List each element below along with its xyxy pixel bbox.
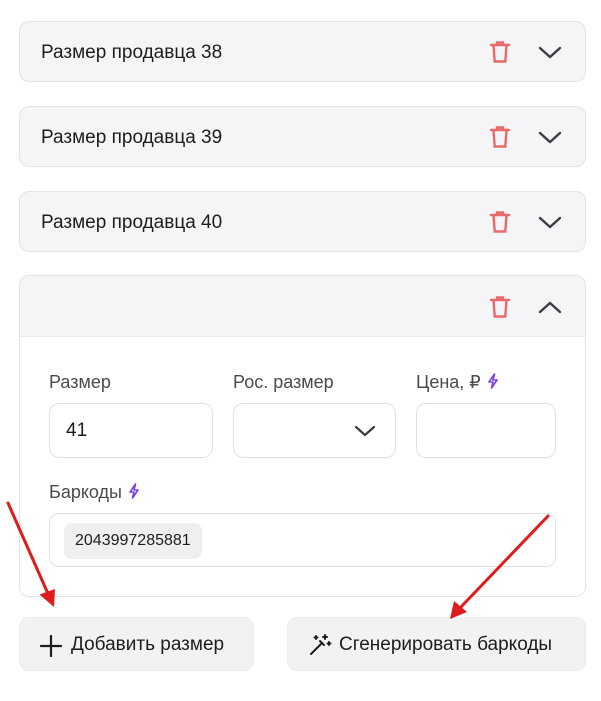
- size-label: Размер: [49, 372, 111, 392]
- size-row-39[interactable]: Размер продавца 39: [19, 106, 586, 167]
- ros-size-label: Рос. размер: [233, 372, 334, 392]
- add-size-button[interactable]: Добавить размер: [19, 617, 254, 671]
- size-input[interactable]: 41: [49, 403, 213, 458]
- generate-barcodes-label: Сгенерировать баркоды: [339, 634, 553, 655]
- plus-icon: [39, 634, 63, 662]
- trash-icon[interactable]: [489, 210, 511, 234]
- price-label: Цена, ₽: [416, 371, 499, 394]
- size-row-title: Размер продавца 39: [41, 127, 223, 148]
- chevron-down-icon[interactable]: [537, 41, 563, 63]
- magic-wand-icon: [308, 633, 332, 662]
- bolt-icon: [487, 372, 499, 394]
- size-row-40[interactable]: Размер продавца 40: [19, 191, 586, 252]
- trash-icon[interactable]: [489, 125, 511, 149]
- size-row-header[interactable]: Размер продавца 39: [20, 107, 585, 167]
- trash-icon[interactable]: [489, 40, 511, 64]
- size-row-header[interactable]: [20, 276, 585, 337]
- size-row-38[interactable]: Размер продавца 38: [19, 21, 586, 82]
- size-row-expanded: Размер 41 Рос. размер Цена, ₽ Баркоды 20…: [19, 275, 586, 597]
- size-row-title: Размер продавца 38: [41, 42, 223, 63]
- price-input[interactable]: [416, 403, 556, 458]
- size-row-title: Размер продавца 40: [41, 212, 223, 233]
- barcode-chip[interactable]: 2043997285881: [64, 523, 202, 559]
- barcodes-label: Баркоды: [49, 481, 140, 504]
- barcodes-label-text: Баркоды: [49, 482, 122, 502]
- size-row-header[interactable]: Размер продавца 38: [20, 22, 585, 82]
- chevron-down-icon: [353, 422, 377, 445]
- chevron-down-icon[interactable]: [537, 211, 563, 233]
- bolt-icon: [128, 482, 140, 504]
- size-value: 41: [66, 420, 88, 441]
- trash-icon[interactable]: [489, 295, 511, 319]
- chevron-down-icon[interactable]: [537, 126, 563, 148]
- size-row-header[interactable]: Размер продавца 40: [20, 192, 585, 252]
- barcodes-input[interactable]: 2043997285881: [49, 513, 556, 567]
- add-size-label: Добавить размер: [71, 634, 225, 655]
- price-label-text: Цена, ₽: [416, 372, 481, 392]
- chevron-up-icon[interactable]: [537, 296, 563, 318]
- generate-barcodes-button[interactable]: Сгенерировать баркоды: [287, 617, 586, 671]
- ros-size-select[interactable]: [233, 403, 396, 458]
